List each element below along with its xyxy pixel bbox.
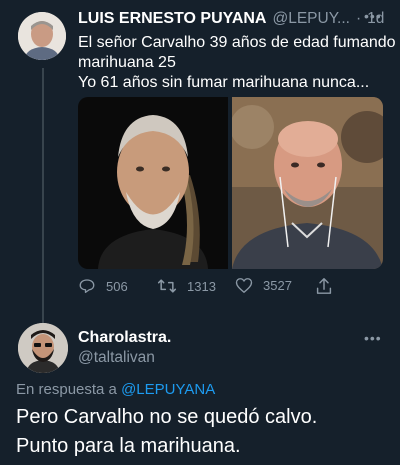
more-icon[interactable]: •••	[364, 330, 382, 346]
tweet-media[interactable]	[78, 97, 383, 269]
more-icon[interactable]: •••	[364, 8, 382, 24]
tweet-text-line-2: marihuana 25	[78, 54, 176, 71]
reply-text-line-2: Punto para la marihuana.	[16, 435, 241, 457]
replying-to: En respuesta a @LEPUYANA	[16, 381, 215, 398]
like-icon	[235, 278, 253, 293]
avatar-photo	[18, 12, 66, 60]
reply-author-name[interactable]: Charolastra.	[78, 329, 171, 347]
avatar-luis[interactable]	[18, 12, 66, 60]
avatar-charolastra[interactable]	[18, 323, 68, 373]
like-action[interactable]: 3527	[235, 277, 292, 294]
share-icon	[316, 278, 332, 294]
retweet-icon	[157, 279, 177, 293]
time-separator: ·	[355, 10, 362, 27]
reply-author-handle[interactable]: @taltalivan	[78, 349, 155, 367]
reply-text-line-1: Pero Carvalho no se quedó calvo.	[16, 406, 318, 428]
reply-count: 506	[106, 278, 128, 294]
reply-action[interactable]: 506	[78, 277, 128, 295]
author-name[interactable]: LUIS ERNESTO PUYANA	[78, 10, 266, 28]
replying-to-link[interactable]: @LEPUYANA	[121, 381, 215, 398]
reply-icon	[79, 279, 95, 294]
like-count: 3527	[263, 278, 292, 293]
tweet-header: LUIS ERNESTO PUYANA @LEPUY... · 1d	[78, 10, 384, 28]
author-handle[interactable]: @LEPUY...	[272, 10, 350, 28]
share-action[interactable]	[316, 277, 332, 295]
tweet-text-line-1: El señor Carvalho 39 años de edad fumand…	[78, 34, 396, 51]
replying-prefix: En respuesta a	[16, 381, 117, 398]
tweet-text-line-3: Yo 61 años sin fumar marihuana nunca...	[78, 74, 370, 91]
avatar-photo	[18, 323, 68, 373]
thread-line	[42, 68, 44, 330]
retweet-count: 1313	[187, 278, 216, 294]
media-photo-left[interactable]	[78, 97, 228, 269]
retweet-action[interactable]: 1313	[157, 277, 216, 295]
media-photo-right[interactable]	[232, 97, 383, 269]
